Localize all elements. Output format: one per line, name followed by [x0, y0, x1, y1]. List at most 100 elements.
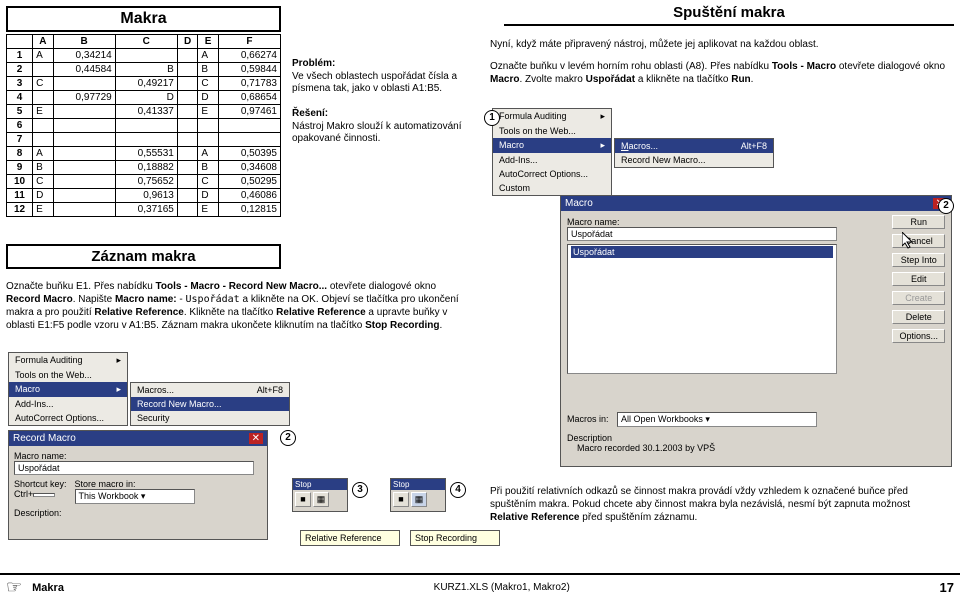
- shortcut-input[interactable]: [33, 493, 55, 497]
- macro-dialog-title: Macro✕: [561, 196, 951, 211]
- col-head: [7, 35, 33, 49]
- shortcut-label: Shortcut key:: [14, 479, 67, 489]
- macro-submenu: MMacros...acros...Alt+F8 Record New Macr…: [614, 138, 774, 168]
- cell: [177, 63, 197, 77]
- row-head: 5: [7, 105, 33, 119]
- cell: [177, 147, 197, 161]
- cell: [53, 161, 115, 175]
- submenu-item-macros[interactable]: MMacros...acros...Alt+F8: [615, 139, 773, 153]
- cell: 0,59844: [218, 63, 280, 77]
- cell: [33, 133, 53, 147]
- problem-heading: Problém:: [292, 58, 462, 71]
- cell: [218, 119, 280, 133]
- cell: [198, 133, 218, 147]
- menu-item-custom[interactable]: Custom: [493, 181, 611, 195]
- cell: B: [33, 161, 53, 175]
- macro-list[interactable]: Uspořádat: [567, 244, 837, 374]
- stop-recording-button[interactable]: ■: [295, 492, 311, 507]
- store-select[interactable]: This Workbook ▾: [75, 489, 195, 504]
- cell: [177, 161, 197, 175]
- solution-heading: Řešení:: [292, 108, 462, 121]
- cell: D: [198, 91, 218, 105]
- row-head: 4: [7, 91, 33, 105]
- cell: [177, 49, 197, 63]
- callout-1: 1: [484, 110, 500, 126]
- rec-desc-label: Description:: [14, 508, 262, 518]
- stop-toolbar-title: Stop: [293, 479, 347, 490]
- menu-item-formula[interactable]: Formula Auditing▸: [493, 109, 611, 124]
- solution-body: Nástroj Makro slouží k automatizování op…: [292, 121, 462, 145]
- close-icon[interactable]: ✕: [249, 433, 263, 444]
- footer-title: Makra: [28, 582, 64, 594]
- callout-4: 4: [450, 482, 466, 498]
- row-head: 1: [7, 49, 33, 63]
- cell: [177, 203, 197, 217]
- menu-item-autocorrect[interactable]: AutoCorrect Options...: [493, 167, 611, 181]
- menu-item-addins[interactable]: Add-Ins...: [9, 397, 127, 411]
- spusteni-line2: Označte buňku v levém horním rohu oblast…: [490, 60, 950, 86]
- menu-item-tools-web[interactable]: Tools on the Web...: [9, 368, 127, 382]
- menu-item-addins[interactable]: Add-Ins...: [493, 153, 611, 167]
- cell: 0,44584: [53, 63, 115, 77]
- cell: B: [115, 63, 177, 77]
- zaznam-title: Záznam makra: [6, 244, 281, 269]
- cell: 0,41337: [115, 105, 177, 119]
- cell: D: [33, 189, 53, 203]
- row-head: 10: [7, 175, 33, 189]
- cursor-icon: [902, 232, 916, 250]
- cell: 0,49217: [115, 77, 177, 91]
- row-head: 7: [7, 133, 33, 147]
- row-head: 8: [7, 147, 33, 161]
- col-head: C: [115, 35, 177, 49]
- stop-recording-button[interactable]: ■: [393, 492, 409, 507]
- col-head: A: [33, 35, 53, 49]
- menu-item-macro[interactable]: Macro▸: [9, 382, 127, 397]
- submenu-item-security[interactable]: Security: [131, 411, 289, 425]
- relative-reference-button[interactable]: ▦: [313, 492, 329, 507]
- cell: [53, 175, 115, 189]
- stepinto-button[interactable]: Step Into: [892, 253, 945, 267]
- cell: E: [198, 203, 218, 217]
- cell: 0,97461: [218, 105, 280, 119]
- rec-macro-name-input[interactable]: Uspořádat: [14, 461, 254, 475]
- cell: [198, 119, 218, 133]
- cell: 0,75652: [115, 175, 177, 189]
- callout-3: 3: [352, 482, 368, 498]
- cell: C: [198, 175, 218, 189]
- row-head: 6: [7, 119, 33, 133]
- submenu-item-record-new[interactable]: Record New Macro...: [615, 153, 773, 167]
- row-head: 3: [7, 77, 33, 91]
- cell: E: [198, 105, 218, 119]
- cancel-button[interactable]: Cancel: [892, 234, 945, 248]
- spusteni-title: Spuštění makra: [504, 4, 954, 26]
- create-button[interactable]: Create: [892, 291, 945, 305]
- options-button[interactable]: Options...: [892, 329, 945, 343]
- cell: [53, 147, 115, 161]
- cell: [177, 189, 197, 203]
- menu-item-tools-web[interactable]: Tools on the Web...: [493, 124, 611, 138]
- menu-item-formula[interactable]: Formula Auditing▸: [9, 353, 127, 368]
- macro-desc-label: Description: [567, 433, 715, 443]
- menu-item-autocorrect[interactable]: AutoCorrect Options...: [9, 411, 127, 425]
- cell: D: [198, 189, 218, 203]
- submenu-item-record-new[interactable]: Record New Macro...: [131, 397, 289, 411]
- macros-in-select[interactable]: All Open Workbooks ▾: [617, 412, 817, 427]
- menu-item-macro[interactable]: Macro▸: [493, 138, 611, 153]
- macro-list-item[interactable]: Uspořádat: [571, 246, 833, 258]
- edit-button[interactable]: Edit: [892, 272, 945, 286]
- macro-name-input[interactable]: Uspořádat: [567, 227, 837, 241]
- run-button[interactable]: Run: [892, 215, 945, 229]
- cell: 0,71783: [218, 77, 280, 91]
- relative-reference-button[interactable]: ▦: [411, 492, 427, 507]
- macro-name-label: Macro name:: [567, 217, 945, 227]
- tools-menu-2: Formula Auditing▸ Tools on the Web... Ma…: [8, 352, 128, 426]
- cell: C: [33, 175, 53, 189]
- cell: [177, 133, 197, 147]
- delete-button[interactable]: Delete: [892, 310, 945, 324]
- macro-dialog: Macro✕ Macro name: Uspořádat Uspořádat R…: [560, 195, 952, 467]
- cell: A: [198, 49, 218, 63]
- record-instructions: Označte buňku E1. Přes nabídku Tools - M…: [6, 280, 466, 332]
- cell: 0,9613: [115, 189, 177, 203]
- sheet-title: Makra: [6, 6, 281, 32]
- submenu-item-macros[interactable]: Macros...Alt+F8: [131, 383, 289, 397]
